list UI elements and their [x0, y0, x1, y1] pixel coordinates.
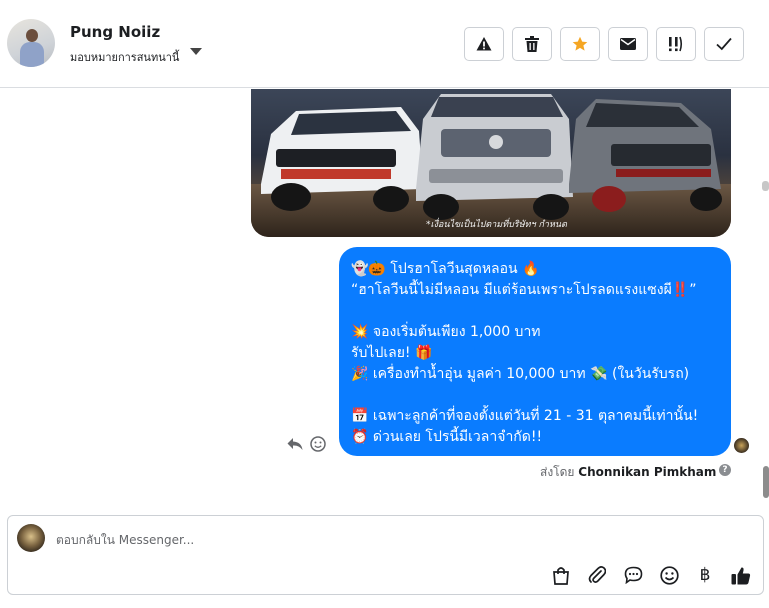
- conversation-header: Pung Noiiz มอบหมายการสนทนานี้: [0, 0, 769, 88]
- reply-icon[interactable]: [287, 436, 303, 455]
- envelope-icon: [620, 38, 636, 50]
- assign-conversation-label[interactable]: มอบหมายการสนทนานี้: [70, 48, 179, 66]
- sender-avatar: [734, 438, 749, 453]
- message-line-blank: [351, 301, 719, 322]
- mark-done-button[interactable]: [704, 27, 744, 61]
- outgoing-message-bubble[interactable]: 👻🎃 โปรฮาโลวีนสุดหลอน 🔥 “ฮาโลวีนนี้ไม่มีห…: [339, 247, 731, 456]
- message-line: 🎉 เครื่องทำน้ำอุ่น มูลค่า 10,000 บาท 💸 (…: [351, 366, 690, 382]
- delete-button[interactable]: [512, 27, 552, 61]
- mark-spam-button[interactable]: [464, 27, 504, 61]
- message-line: 👻🎃 โปรฮาโลวีนสุดหลอน 🔥: [351, 261, 540, 277]
- saved-reply-icon[interactable]: [622, 564, 644, 586]
- reply-composer: ฿: [7, 515, 764, 595]
- promo-image[interactable]: *เงื่อนไขเป็นไปตามที่บริษัทฯ กำหนด: [251, 89, 731, 237]
- baht-icon[interactable]: ฿: [694, 564, 716, 586]
- message-line: 📅 เฉพาะลูกค้าที่จองตั้งแต่วันที่ 21 - 31…: [351, 408, 699, 424]
- check-icon: [716, 37, 732, 51]
- mark-unread-button[interactable]: [608, 27, 648, 61]
- warning-icon: [476, 37, 492, 51]
- message-line: “ฮาโลวีนนี้ไม่มีหลอน มีแต่ร้อนเพราะโปรลด…: [351, 282, 697, 298]
- message-line: 💥 จองเริ่มต้นเพียง 1,000 บาท: [351, 324, 541, 340]
- sent-by-line: ส่งโดย Chonnikan Pimkham: [540, 463, 716, 482]
- contact-avatar[interactable]: [7, 19, 55, 67]
- react-emoji-icon[interactable]: [310, 436, 326, 456]
- thumbs-up-icon[interactable]: [730, 564, 752, 586]
- shopping-bag-icon[interactable]: [550, 564, 572, 586]
- contact-name[interactable]: Pung Noiiz: [70, 23, 160, 41]
- paperclip-icon[interactable]: [586, 564, 608, 586]
- trash-icon: [525, 36, 539, 52]
- chevron-down-icon[interactable]: [190, 48, 202, 55]
- image-caption: *เงื่อนไขเป็นไปตามที่บริษัทฯ กำหนด: [426, 220, 567, 230]
- reply-input[interactable]: [56, 530, 656, 550]
- message-line: ⏰ ด่วนเลย โปรนี้มีเวลาจำกัด!!: [351, 429, 543, 445]
- scrollbar-arrow[interactable]: [762, 181, 769, 191]
- exclamation-icon: [669, 36, 683, 52]
- sent-by-name: Chonnikan Pimkham: [578, 465, 717, 479]
- star-button[interactable]: [560, 27, 600, 61]
- message-line-blank: [351, 385, 719, 406]
- star-icon: [572, 36, 588, 51]
- message-line: รับไปเลย! 🎁: [351, 345, 433, 361]
- emoji-icon[interactable]: [658, 564, 680, 586]
- follow-up-button[interactable]: [656, 27, 696, 61]
- message-thread: *เงื่อนไขเป็นไปตามที่บริษัทฯ กำหนด 👻🎃 โป…: [0, 89, 769, 505]
- sent-by-prefix: ส่งโดย: [540, 465, 575, 479]
- page-avatar: [17, 524, 45, 552]
- scrollbar-thumb[interactable]: [763, 466, 769, 498]
- trucks-illustration: [251, 94, 731, 237]
- info-icon[interactable]: ?: [719, 464, 731, 476]
